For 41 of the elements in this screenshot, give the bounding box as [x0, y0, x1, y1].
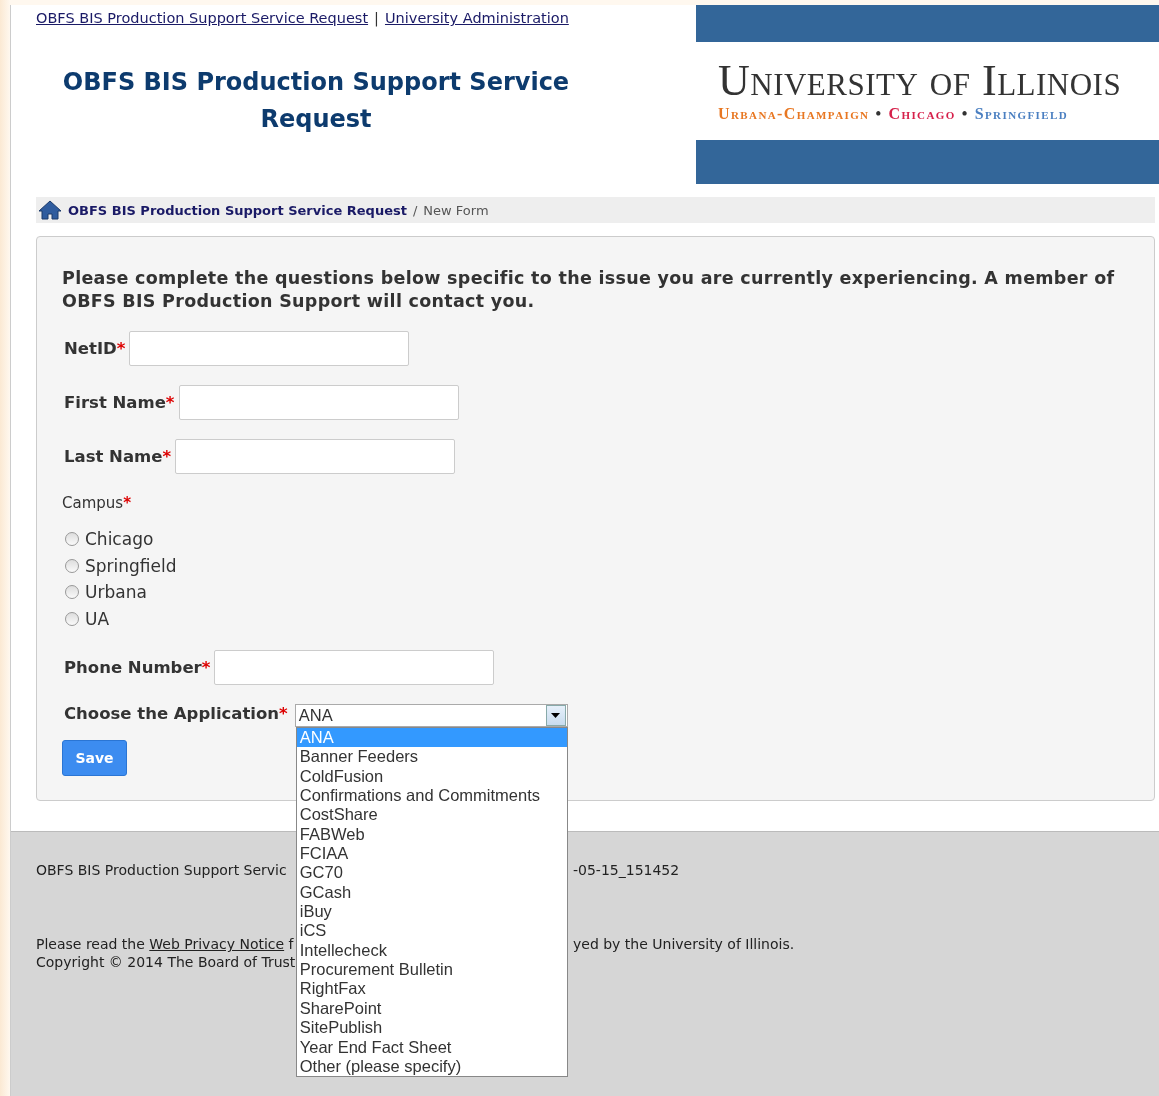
caret-icon [545, 705, 566, 726]
text-field[interactable] [178, 385, 459, 420]
top-link[interactable]: OBFS BIS Production Support Service Request [36, 10, 369, 26]
separator: / [412, 202, 418, 218]
radio-label: Springfield [85, 555, 177, 576]
radio-label: Chicago [85, 529, 154, 550]
privacy-link[interactable]: Web Privacy Notice [149, 936, 285, 952]
field-label: Choose the Application* [64, 704, 288, 723]
campus-name: Urbana-Champaign [718, 105, 870, 123]
top-link[interactable]: University Administration [384, 10, 569, 26]
radio-label: UA [85, 608, 110, 629]
form-intro: Please complete the questions below specific to the issue you are currently experiencing. A member of OBFS BIS Production Support will contact you. [62, 267, 1116, 313]
text-field[interactable] [175, 439, 456, 474]
radio-button[interactable] [65, 585, 79, 600]
text-field[interactable] [214, 650, 495, 685]
footer-text: -05-15_151452 [573, 861, 681, 879]
field-label: First Name* [64, 393, 175, 412]
application-dropdown[interactable]: ANA [294, 704, 568, 727]
logo-name: University of Illinois [718, 59, 1123, 103]
breadcrumb-current: New Form [423, 202, 489, 218]
home-icon[interactable] [38, 200, 62, 220]
radio-button[interactable] [65, 611, 79, 626]
campus-name: Springfield [974, 105, 1069, 123]
radio-button[interactable] [65, 532, 79, 547]
field-label: Phone Number* [64, 658, 211, 677]
page-title: OBFS BIS Production Support Service Request [61, 67, 571, 135]
separator: • [961, 105, 969, 123]
separator: | [374, 10, 379, 26]
field-label: Last Name* [64, 447, 172, 466]
field-label: Campus* [62, 494, 131, 512]
separator: • [875, 105, 883, 123]
campus-name: Chicago [888, 105, 956, 123]
breadcrumb-link[interactable]: OBFS BIS Production Support Service Request [68, 202, 407, 218]
radio-button[interactable] [65, 558, 79, 573]
footer-text: OBFS BIS Production Support Servic [36, 861, 288, 879]
footer-text: yed by the University of Illinois. [573, 935, 796, 953]
footer-text: Please read the Web Privacy Notice f [36, 935, 295, 953]
text-field[interactable] [129, 331, 410, 366]
radio-label: Urbana [85, 582, 147, 603]
field-label: NetID* [64, 339, 126, 358]
footer-text: Copyright © 2014 The Board of Trust [36, 953, 297, 971]
